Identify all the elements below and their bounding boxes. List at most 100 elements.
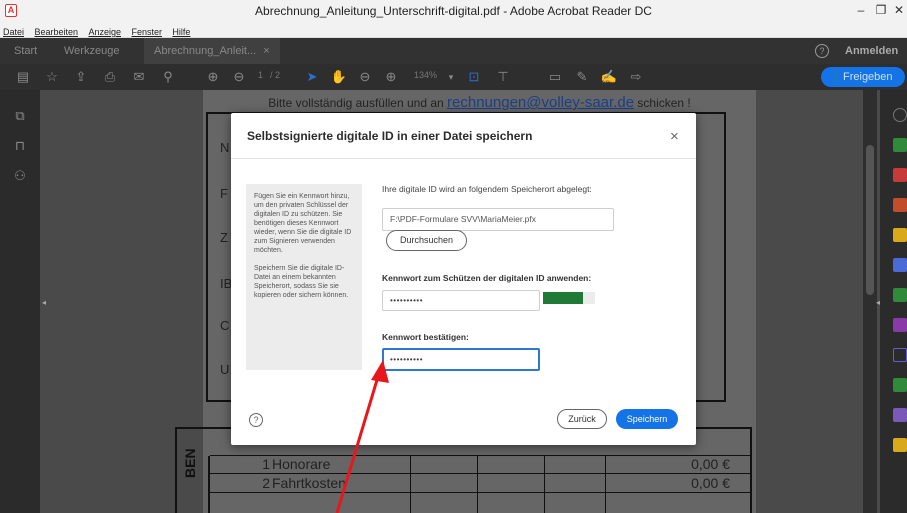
share-tool-icon[interactable]: ⇨	[627, 68, 645, 86]
email-icon[interactable]: ✉	[130, 68, 148, 86]
combine-files-icon[interactable]	[893, 258, 907, 272]
table-row: 2 Fahrtkosten 0,00 €	[210, 475, 751, 493]
close-icon[interactable]: ×	[670, 128, 679, 145]
info-panel: Fügen Sie ein Kennwort hinzu, um den pri…	[246, 184, 362, 370]
form-row-label: F	[220, 186, 228, 201]
password-label: Kennwort zum Schützen der digitalen ID a…	[382, 273, 592, 283]
menu-bar: Datei Bearbeiten Anzeige Fenster Hilfe	[0, 22, 907, 38]
zoom-select[interactable]: 134%	[414, 70, 437, 80]
back-button[interactable]: Zurück	[557, 409, 607, 429]
row-amount[interactable]: 0,00 €	[650, 475, 730, 491]
password-strength-meter	[543, 292, 595, 304]
save-digital-id-dialog: Selbstsignierte digitale ID in einer Dat…	[231, 113, 696, 445]
tab-document[interactable]: Abrechnung_Anleit... ×	[144, 38, 280, 64]
bookmarks-icon[interactable]: ⊓	[13, 138, 27, 154]
password-strength-fill	[543, 292, 584, 304]
row-label: Honorare	[272, 456, 331, 472]
table-vertical-header: BEN	[177, 448, 210, 513]
share-user-icon: 👤	[829, 71, 843, 83]
scrollbar-thumb[interactable]	[866, 145, 874, 295]
page-thumbnails-icon[interactable]: ⧉	[13, 108, 27, 124]
fit-page-icon[interactable]: ⊡	[465, 68, 483, 86]
maximize-button[interactable]: ❐	[871, 2, 891, 18]
share-button[interactable]: 👤 Freigeben	[821, 67, 905, 87]
tab-close-icon[interactable]: ×	[263, 45, 269, 57]
pen-icon[interactable]: ✎	[573, 68, 591, 86]
minimize-button[interactable]: –	[851, 2, 871, 18]
bookmark-star-icon[interactable]: ☆	[43, 68, 61, 86]
edit-pdf-icon[interactable]	[893, 198, 907, 212]
menu-anzeige[interactable]: Anzeige	[85, 25, 124, 39]
form-row-label: Z	[220, 230, 228, 245]
window-title: Abrechnung_Anleitung_Unterschrift-digita…	[255, 4, 652, 18]
share-button-label: Freigeben	[843, 71, 893, 83]
row-number: 2	[262, 475, 270, 491]
tab-document-label: Abrechnung_Anleit...	[154, 45, 257, 57]
help-icon[interactable]: ?	[815, 44, 829, 58]
instruction-line: Bitte vollständig ausfüllen und an rechn…	[203, 90, 756, 111]
form-row-label: U	[220, 362, 230, 377]
left-navigation-rail: ⧉ ⊓ ⚇	[0, 90, 40, 513]
info-paragraph: Fügen Sie ein Kennwort hinzu, um den pri…	[254, 193, 352, 254]
sign-icon[interactable]: ✍	[600, 68, 618, 86]
attachments-icon[interactable]: ⚇	[13, 168, 27, 184]
page-number-input[interactable]: 1	[258, 70, 263, 80]
save-icon[interactable]: ▤	[14, 68, 32, 86]
menu-fenster[interactable]: Fenster	[128, 25, 165, 39]
instruction-end-text: schicken !	[637, 96, 691, 110]
page-up-icon[interactable]: ⊕	[204, 68, 222, 86]
tab-start[interactable]: Start	[14, 38, 37, 64]
sign-in-link[interactable]: Anmelden	[845, 38, 898, 64]
confirm-password-field[interactable]: ••••••••••	[382, 348, 540, 371]
fill-sign-icon[interactable]	[893, 318, 907, 332]
right-tools-rail	[880, 90, 907, 513]
comment-icon[interactable]: ▭	[546, 68, 564, 86]
upload-cloud-icon[interactable]: ⇪	[72, 68, 90, 86]
confirm-password-label: Kennwort bestätigen:	[382, 332, 469, 342]
row-amount[interactable]: 0,00 €	[650, 456, 730, 472]
vertical-header-text: BEN	[182, 448, 198, 478]
browse-button[interactable]: Durchsuchen	[386, 230, 467, 251]
zoom-dropdown-icon[interactable]: ▾	[442, 68, 460, 86]
main-toolbar: ▤ ☆ ⇪ ⎙ ✉ ⚲ ⊕ ⊖ 1 / 2 ➤ ✋ ⊖ ⊕ 134% ▾ ⊡ ⊤…	[0, 64, 907, 90]
row-label: Fahrtkosten	[272, 475, 346, 491]
hand-icon[interactable]: ✋	[330, 68, 348, 86]
password-field[interactable]: ••••••••••	[382, 290, 540, 311]
form-row-label: C	[220, 318, 230, 333]
send-sign-icon[interactable]	[893, 408, 907, 422]
row-number: 1	[262, 456, 270, 472]
table-row: 1 Honorare 0,00 €	[210, 456, 751, 474]
menu-datei[interactable]: Datei	[0, 25, 27, 39]
more-tools-icon[interactable]	[893, 438, 907, 452]
save-button[interactable]: Speichern	[616, 409, 678, 429]
search-icon[interactable]: ⚲	[159, 68, 177, 86]
scroll-mode-icon[interactable]: ⊤	[494, 68, 512, 86]
scan-icon[interactable]	[893, 378, 907, 392]
page-down-icon[interactable]: ⊖	[230, 68, 248, 86]
vertical-scrollbar[interactable]	[863, 90, 877, 513]
collapse-left-panel-icon[interactable]: ◂	[42, 298, 46, 307]
menu-bearbeiten[interactable]: Bearbeiten	[31, 25, 81, 39]
zoom-out-icon[interactable]: ⊖	[356, 68, 374, 86]
create-pdf-icon[interactable]	[893, 168, 907, 182]
email-link[interactable]: rechnungen@volley-saar.de	[447, 94, 634, 111]
help-icon[interactable]: ?	[249, 413, 263, 427]
select-arrow-icon[interactable]: ➤	[303, 68, 321, 86]
location-path-field[interactable]: F:\PDF-Formulare SVV\MariaMeier.pfx	[382, 208, 614, 231]
zoom-tool-icon[interactable]	[893, 108, 907, 122]
tab-bar: Start Werkzeuge Abrechnung_Anleit... × ?…	[0, 38, 907, 64]
menu-hilfe[interactable]: Hilfe	[169, 25, 193, 39]
organize-pages-icon[interactable]	[893, 288, 907, 302]
tab-tools[interactable]: Werkzeuge	[64, 38, 119, 64]
comment-tool-icon[interactable]	[893, 228, 907, 242]
dialog-divider	[231, 158, 696, 159]
dialog-title: Selbstsignierte digitale ID in einer Dat…	[247, 129, 533, 143]
title-bar: A Abrechnung_Anleitung_Unterschrift-digi…	[0, 0, 907, 22]
instruction-text: Bitte vollständig ausfüllen und an	[268, 96, 444, 110]
close-window-button[interactable]: ✕	[889, 2, 907, 18]
print-icon[interactable]: ⎙	[101, 68, 119, 86]
zoom-in-icon[interactable]: ⊕	[382, 68, 400, 86]
export-pdf-icon[interactable]	[893, 138, 907, 152]
protect-icon[interactable]	[893, 348, 907, 362]
form-row-label: N	[220, 140, 230, 155]
